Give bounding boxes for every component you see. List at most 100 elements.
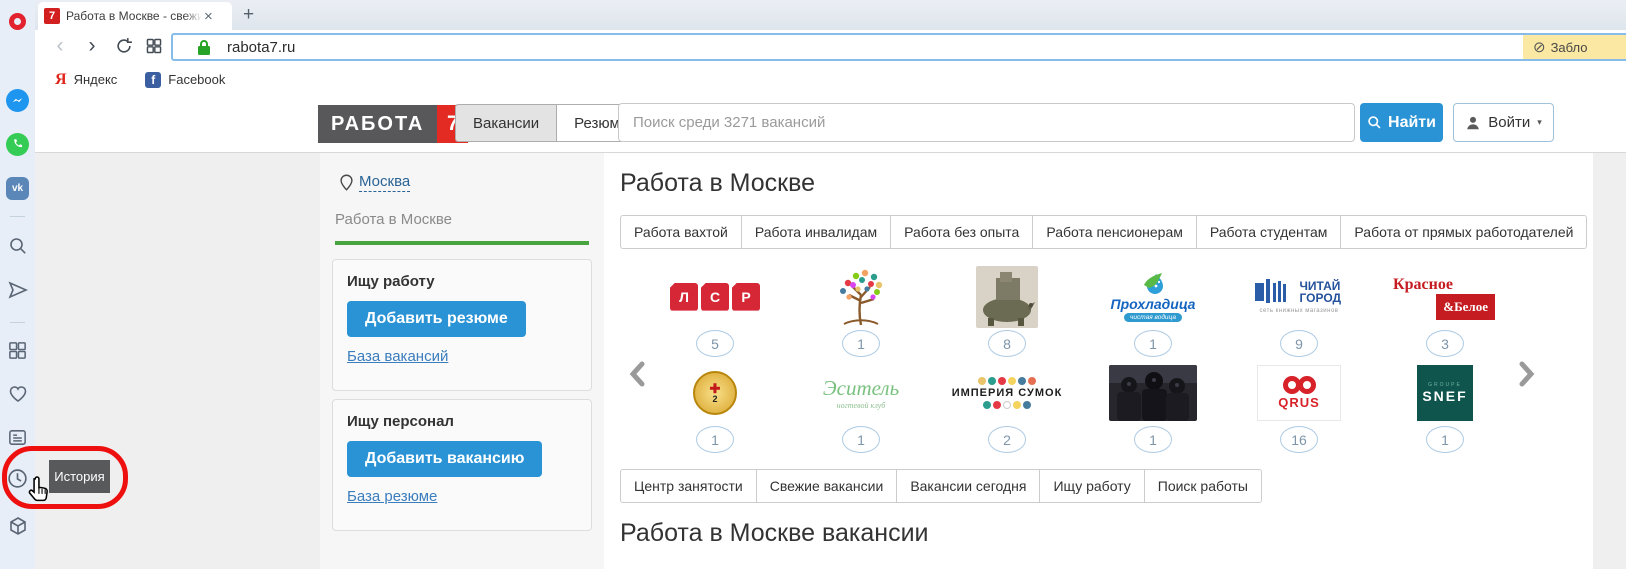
vacancy-count-badge: 3 [1426,330,1464,357]
messenger-icon [6,89,29,112]
vacancy-count-badge: 5 [696,330,734,357]
rabota7-logo[interactable]: РАБОТА 7 [318,105,468,143]
filter-disabled[interactable]: Работа инвалидам [741,215,891,249]
my-flow-button[interactable] [0,276,35,304]
add-resume-button[interactable]: Добавить резюме [347,301,526,337]
find-label: Найти [1388,114,1436,132]
bags-icon [983,401,1031,409]
filter-fresh-vacancies[interactable]: Свежие вакансии [756,469,898,503]
user-icon [1465,115,1481,131]
snef-logo: GROUPE SNEF [1417,365,1473,421]
bags-icon [978,377,1036,385]
bookmark-label: Facebook [168,72,225,87]
mouse-cursor [25,475,52,506]
divider [10,322,25,323]
vacancy-count-badge: 16 [1280,426,1318,453]
bookmark-facebook[interactable]: f Facebook [145,72,225,88]
company-cell-esitel[interactable]: Эситель ногтевой клуб 1 [788,361,934,453]
blocked-ads-badge[interactable]: ⊘ Забло [1523,35,1626,59]
filter-pensioners[interactable]: Работа пенсионерам [1032,215,1197,249]
news-icon [7,427,28,448]
tab-title: Работа в Москве - свежие [66,9,202,23]
city-selector[interactable]: Москва [340,173,410,192]
vacancy-search-input[interactable] [618,103,1355,142]
whatsapp-button[interactable] [0,130,35,158]
tires-icon [1283,376,1316,394]
opera-logo-icon [9,13,26,30]
filter-vacancies-today[interactable]: Вакансии сегодня [896,469,1040,503]
personal-news-button[interactable] [0,423,35,451]
browser-tab[interactable]: 7 Работа в Москве - свежие × [38,2,232,30]
resume-base-link[interactable]: База резюме [347,488,437,505]
filter-job-search[interactable]: Поиск работы [1144,469,1262,503]
company-cell-prohladitsa[interactable]: Прохладица чистая водица 1 [1080,265,1226,357]
find-button[interactable]: Найти [1360,103,1443,142]
back-button[interactable]: ‹ [47,33,73,59]
new-tab-button[interactable]: + [243,4,254,26]
tab-vacancies[interactable]: Вакансии [456,105,557,141]
company-cell-krasnoe-beloe[interactable]: Красное &Белое 3 [1372,265,1518,357]
lock-icon [197,39,211,56]
reload-icon [115,37,133,55]
vacancy-base-link[interactable]: База вакансий [347,348,448,365]
filter-no-experience[interactable]: Работа без опыта [890,215,1033,249]
forward-button[interactable]: › [79,33,105,59]
prohladitsa-label: Прохладица [1111,297,1196,312]
bookmarks-bar: Я Яндекс f Facebook [35,64,1626,95]
company-cell-snef[interactable]: GROUPE SNEF 1 [1372,361,1518,453]
speed-dial-button[interactable] [0,336,35,364]
company-carousel-row: Л С Р 5 1 8 [642,265,1522,357]
speed-dial-toolbar-button[interactable] [141,33,167,59]
reload-button[interactable] [111,33,137,59]
company-cell-imperia-sumok[interactable]: ИМПЕРИЯ СУМОК 2 [934,361,1080,453]
filter-looking-for-job[interactable]: Ищу работу [1039,469,1144,503]
opera-menu-button[interactable] [0,7,35,35]
whatsapp-icon [6,133,29,156]
messenger-button[interactable] [0,86,35,114]
vacancy-count-badge: 1 [696,426,734,453]
carousel-prev-button[interactable] [628,361,646,392]
grid-icon [7,340,28,361]
page-title: Работа в Москве [620,169,815,198]
filter-employment-center[interactable]: Центр занятости [620,469,757,503]
panel-subtitle: Работа в Москве [335,211,452,228]
filter-direct-employers[interactable]: Работа от прямых работодателей [1340,215,1587,249]
vk-button[interactable]: vk [0,174,35,202]
vacancy-count-badge: 1 [1134,426,1172,453]
search-icon [1367,115,1382,130]
paper-plane-icon [7,279,29,301]
filter-shift-work[interactable]: Работа вахтой [620,215,742,249]
address-bar[interactable]: rabota7.ru [171,33,1626,61]
krasnoe-label: Красное [1393,276,1453,294]
bookmarks-button[interactable] [0,380,35,408]
gold-emblem-logo: ✚ 2 [693,371,737,415]
carousel-next-button[interactable] [1518,361,1536,392]
company-cell-lsr[interactable]: Л С Р 5 [642,265,788,357]
employer-card: Ищу персонал Добавить вакансию База резю… [332,399,592,531]
lsr-tile: Л [670,283,698,311]
esitel-sublabel: ногтевой клуб [823,401,899,410]
company-cell-dark-photo[interactable]: 1 [1080,361,1226,453]
filter-students[interactable]: Работа студентам [1196,215,1342,249]
extensions-button[interactable] [0,512,35,540]
add-vacancy-button[interactable]: Добавить вакансию [347,441,542,477]
company-cell-chitai-gorod[interactable]: ЧИТАЙ ГОРОД сеть книжных магазинов 9 [1226,265,1372,357]
company-cell-tree[interactable]: 1 [788,265,934,357]
login-button[interactable]: Войти ▾ [1453,103,1554,142]
page-content: Москва Работа в Москве Ищу работу Добави… [35,152,1626,569]
bookmark-yandex[interactable]: Я Яндекс [55,71,117,89]
chevron-right-icon [1518,361,1536,387]
chitai-gorod-label: ЧИТАЙ ГОРОД [1300,280,1344,304]
close-tab-icon[interactable]: × [204,9,213,24]
vk-icon: vk [6,177,29,200]
blocked-label: Забло [1551,40,1588,55]
company-cell-qrus[interactable]: QRUS 16 [1226,361,1372,453]
search-sidebar-button[interactable] [0,232,35,260]
city-link[interactable]: Москва [359,173,410,192]
imperia-sumok-label: ИМПЕРИЯ СУМОК [952,387,1063,399]
book-bars-icon [1255,279,1295,305]
snef-label: SNEF [1422,388,1467,404]
company-cell-emblem[interactable]: ✚ 2 1 [642,361,788,453]
company-cell-turtle[interactable]: 8 [934,265,1080,357]
site-favicon: 7 [44,8,60,24]
